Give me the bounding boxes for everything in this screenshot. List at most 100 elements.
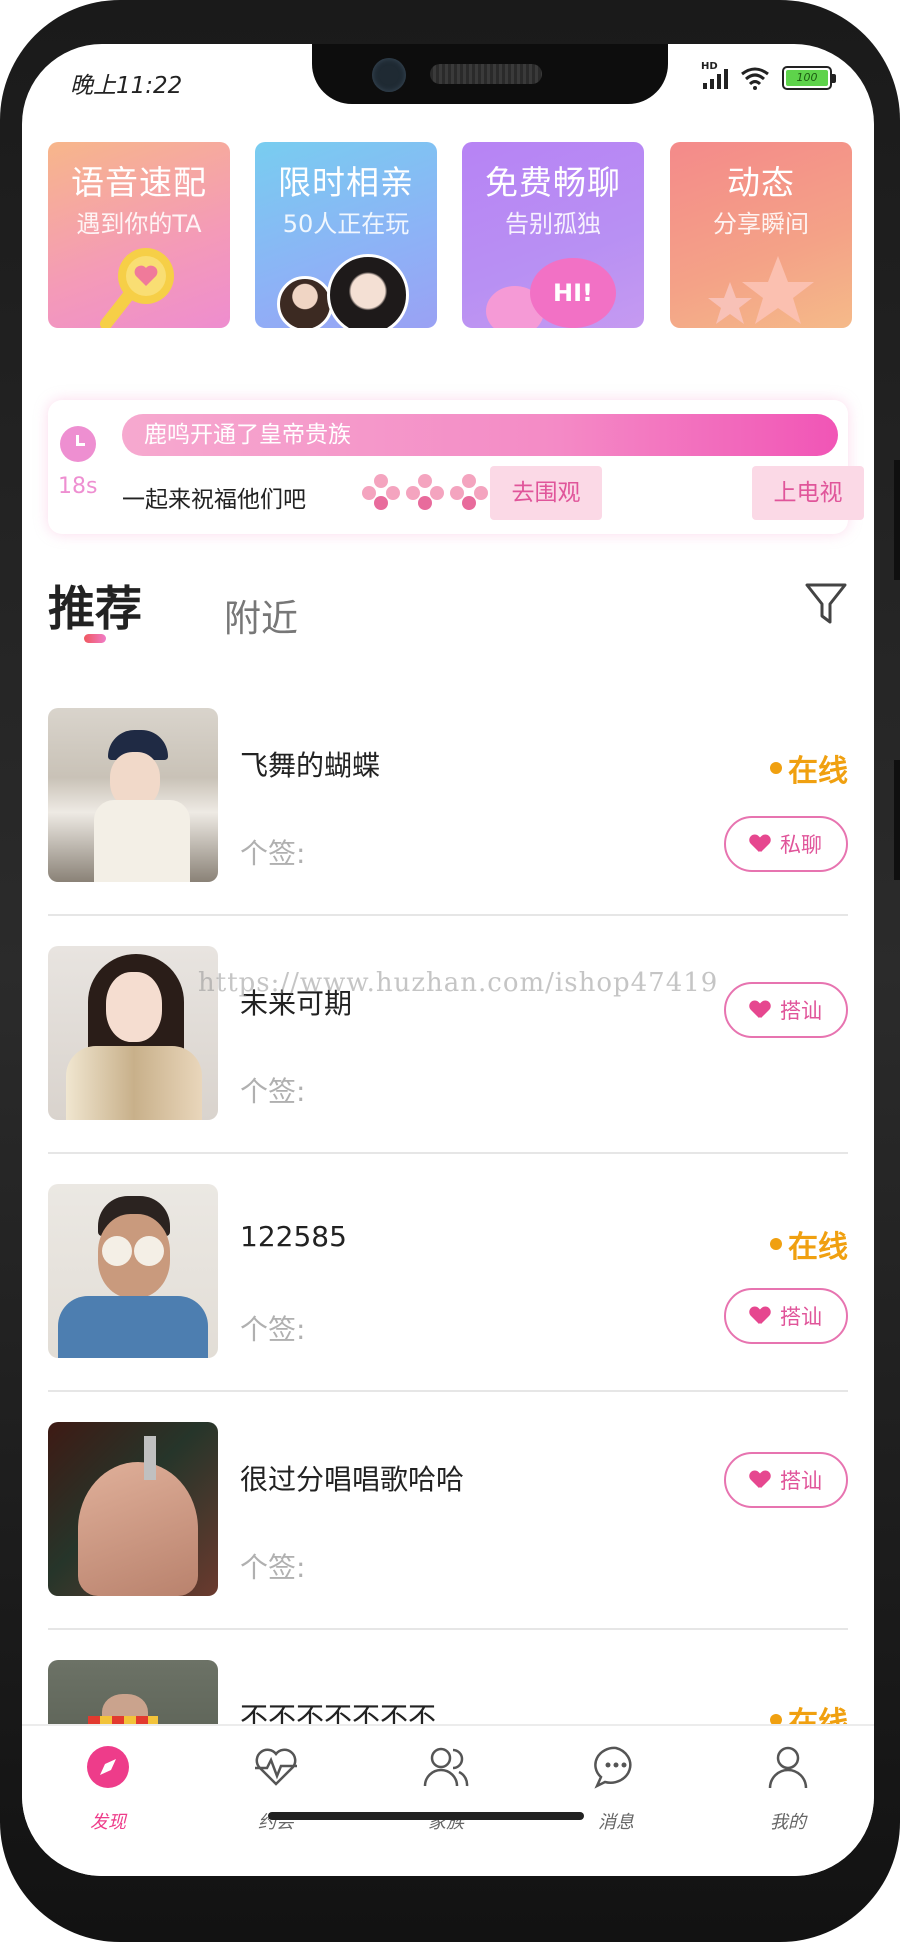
clock-icon [60, 426, 96, 462]
card-title: 限时相亲 [278, 163, 414, 202]
speaker-grille [430, 64, 542, 84]
card-subtitle: 分享瞬间 [713, 210, 809, 238]
feature-cards: 语音速配 遇到你的TA 限时相亲 50人正在玩 免费畅聊 告别孤独 HI! 动态… [48, 142, 852, 328]
card-moments[interactable]: 动态 分享瞬间 [670, 142, 852, 328]
nav-label: 发现 [90, 1812, 126, 1833]
card-subtitle: 遇到你的TA [76, 210, 202, 238]
avatar[interactable] [48, 708, 218, 882]
list-item[interactable]: 不不不不不不不 在线 [48, 1630, 848, 1724]
user-signature: 个签: [240, 1551, 306, 1584]
nav-discover[interactable]: 发现 [58, 1744, 158, 1834]
tab-indicator [84, 634, 106, 643]
button-label: 私聊 [780, 833, 822, 857]
broadcast-panel: 18s 鹿鸣开通了皇帝贵族 一起来祝福他们吧 去围观 上电视 [48, 400, 864, 534]
watermark: https://www.huzhan.com/ishop47419 [198, 968, 719, 998]
nav-label: 我的 [770, 1812, 806, 1833]
status-time: 晚上11:22 [70, 73, 183, 99]
heart-icon [750, 1001, 770, 1019]
heartbeat-icon [255, 1748, 297, 1786]
camera-icon [372, 58, 406, 92]
home-indicator[interactable] [268, 1812, 584, 1820]
person-icon [768, 1746, 808, 1789]
card-title: 语音速配 [71, 163, 207, 202]
avatar[interactable] [48, 1184, 218, 1358]
greet-button[interactable]: 搭讪 [724, 982, 848, 1038]
user-name: 不不不不不不不 [240, 1701, 437, 1724]
signal-icon: HD [701, 61, 728, 89]
list-item[interactable]: 未来可期 个签: 搭讪 [48, 916, 848, 1154]
watch-button[interactable]: 去围观 [490, 466, 602, 520]
flower-icons [362, 474, 488, 512]
online-label: 在线 [788, 1230, 848, 1265]
screen: 晚上11:22 HD 100 语音速配 遇到你的TA 限时相亲 50人正在玩 免… [22, 44, 874, 1876]
compass-icon [87, 1746, 129, 1788]
online-dot [770, 762, 782, 774]
list-item[interactable]: 飞舞的蝴蝶 个签: 在线 私聊 [48, 678, 848, 916]
group-icon [423, 1747, 469, 1787]
card-timed-dating[interactable]: 限时相亲 50人正在玩 [255, 142, 437, 328]
avatar[interactable] [48, 946, 218, 1120]
avatar-large [327, 254, 409, 328]
heart-icon [750, 835, 770, 853]
user-name: 122585 [240, 1220, 347, 1253]
broadcast-message: 一起来祝福他们吧 [122, 487, 306, 513]
power-button [894, 760, 900, 880]
button-label: 搭讪 [780, 1469, 822, 1493]
bottom-nav: 发现 约会 家族 消息 我的 [22, 1724, 874, 1876]
wifi-icon [741, 67, 769, 90]
avatar[interactable] [48, 1422, 218, 1596]
status-icons: HD 100 [701, 61, 836, 90]
star-icon [708, 256, 814, 324]
private-chat-button[interactable]: 私聊 [724, 816, 848, 872]
flower-icon [362, 474, 400, 512]
flower-icon [406, 474, 444, 512]
phone-frame: 晚上11:22 HD 100 语音速配 遇到你的TA 限时相亲 50人正在玩 免… [0, 0, 900, 1942]
microphone-icon [100, 248, 174, 328]
nav-family[interactable]: 家族 [396, 1744, 496, 1834]
countdown: 18s [58, 474, 98, 499]
tab-recommend[interactable]: 推荐 [48, 570, 142, 639]
online-status: 在线 [770, 1222, 848, 1266]
list-item[interactable]: 很过分唱唱歌哈哈 个签: 搭讪 [48, 1392, 848, 1630]
user-name: 很过分唱唱歌哈哈 [240, 1463, 465, 1496]
card-subtitle: 告别孤独 [505, 210, 601, 238]
broadcast-banner: 鹿鸣开通了皇帝贵族 [122, 414, 838, 456]
user-name: 飞舞的蝴蝶 [240, 749, 381, 782]
battery-level: 100 [786, 70, 828, 86]
online-label: 在线 [788, 1706, 848, 1724]
list-item[interactable]: 122585 个签: 在线 搭讪 [48, 1154, 848, 1392]
online-dot [770, 1238, 782, 1250]
heart-icon [750, 1471, 770, 1489]
tab-bar: 推荐 附近 [48, 570, 848, 650]
nav-me[interactable]: 我的 [738, 1744, 838, 1834]
heart-icon [750, 1307, 770, 1325]
nav-messages[interactable]: 消息 [566, 1744, 666, 1834]
flower-icon [450, 474, 488, 512]
tv-button[interactable]: 上电视 [752, 466, 864, 520]
user-signature: 个签: [240, 1075, 306, 1108]
bubble-text: HI! [553, 279, 593, 307]
online-label: 在线 [788, 754, 848, 789]
chat-bubble-icon [594, 1746, 632, 1789]
avatar[interactable] [48, 1660, 218, 1724]
card-free-chat[interactable]: 免费畅聊 告别孤独 HI! [462, 142, 644, 328]
greet-button[interactable]: 搭讪 [724, 1288, 848, 1344]
card-voice-match[interactable]: 语音速配 遇到你的TA [48, 142, 230, 328]
nav-dating[interactable]: 约会 [226, 1744, 326, 1834]
volume-button [894, 460, 900, 580]
online-status: 在线 [770, 746, 848, 790]
card-subtitle: 50人正在玩 [282, 210, 410, 238]
tab-nearby[interactable]: 附近 [224, 588, 298, 642]
speech-bubble-icon: HI! [530, 258, 616, 328]
notch [312, 44, 668, 104]
avatar-small [277, 276, 333, 328]
user-signature: 个签: [240, 1313, 306, 1346]
button-label: 搭讪 [780, 1305, 822, 1329]
filter-icon[interactable] [804, 580, 848, 628]
greet-button[interactable]: 搭讪 [724, 1452, 848, 1508]
online-status: 在线 [770, 1698, 848, 1724]
card-title: 免费畅聊 [485, 163, 621, 202]
user-signature: 个签: [240, 837, 306, 870]
hd-label: HD [701, 61, 718, 72]
battery-icon: 100 [782, 66, 836, 90]
